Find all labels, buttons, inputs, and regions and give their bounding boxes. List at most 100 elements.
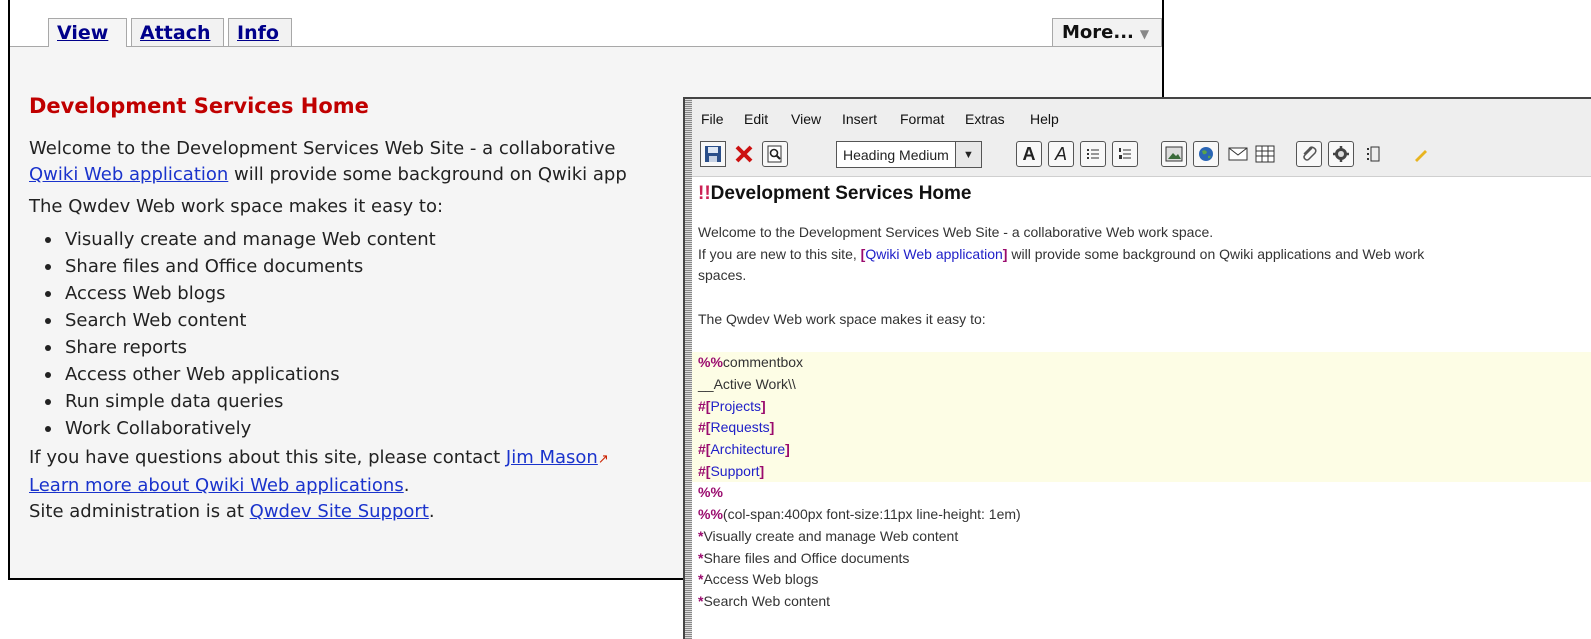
welcome-paragraph: Welcome to the Development Services Web … — [29, 136, 627, 188]
menu-edit[interactable]: Edit — [744, 111, 768, 127]
line-text: Access Web blogs — [703, 571, 819, 588]
tab-info[interactable]: Info — [228, 18, 292, 46]
tab-view[interactable]: View — [48, 18, 127, 47]
tab-bar: View Attach Info More... ▼ — [10, 0, 1162, 47]
globe-icon[interactable] — [1193, 141, 1219, 167]
bullet-list-icon[interactable] — [1080, 141, 1106, 167]
line-text: (col-span:400px font-size:11px line-heig… — [722, 506, 1021, 523]
page-title: Development Services Home — [29, 94, 369, 118]
line-link: Qwiki Web application — [865, 245, 1003, 262]
editor-line: The Qwdev Web work space makes it easy t… — [698, 310, 986, 327]
menu-extras[interactable]: Extras — [965, 111, 1005, 127]
editor-line: *Share files and Office documents — [698, 548, 1591, 570]
save-icon[interactable] — [700, 141, 726, 167]
numbered-list-icon[interactable] — [1112, 141, 1138, 167]
contact-text: If you have questions about this site, p… — [29, 447, 501, 468]
contact-link[interactable]: Jim Mason — [506, 447, 598, 468]
list-item: Access other Web applications — [45, 361, 627, 388]
editor-line: %%(col-span:400px font-size:11px line-he… — [698, 504, 1591, 526]
feature-list: Visually create and manage Web content S… — [29, 226, 627, 442]
menu-help[interactable]: Help — [1030, 111, 1059, 127]
list-item: Run simple data queries — [45, 388, 627, 415]
line-link: Architecture — [710, 441, 786, 457]
learn-more-link[interactable]: Learn more about Qwiki Web applications — [29, 475, 404, 496]
line-text: Search Web content — [703, 592, 831, 609]
list-item: Work Collaboratively — [45, 415, 627, 442]
close-icon[interactable] — [731, 141, 757, 167]
tab-attach[interactable]: Attach — [131, 18, 224, 46]
page-content: Development Services Home Welcome to the… — [29, 92, 627, 525]
link-markup: ] — [1002, 245, 1008, 262]
editor-line: *Visually create and manage Web content — [698, 526, 1591, 548]
attachment-icon[interactable] — [1296, 141, 1322, 167]
welcome-tail: will provide some background on Qwiki ap… — [234, 164, 627, 185]
menu-bar: File Edit View Insert Format Extras Help — [692, 99, 1591, 132]
commentbox-block: %%commentbox __Active Work\\ #[Projects]… — [692, 352, 1591, 483]
markup: # — [698, 441, 706, 457]
intro-text: The Qwdev Web work space makes it easy t… — [29, 196, 444, 217]
list-item: Share reports — [45, 334, 627, 361]
more-label: More... — [1062, 22, 1134, 43]
line-text: will provide some background on Qwiki ap… — [1011, 245, 1425, 262]
menu-file[interactable]: File — [701, 111, 724, 127]
admin-line: Site administration is at Qwdev Site Sup… — [29, 501, 435, 522]
line-link: Support — [710, 462, 760, 479]
table-icon[interactable] — [1252, 141, 1278, 167]
image-icon[interactable] — [1161, 141, 1187, 167]
editor-line: Welcome to the Development Services Web … — [698, 224, 1214, 240]
markup: %% — [698, 506, 723, 523]
editor-line: __Active Work\\ — [698, 375, 796, 392]
style-select[interactable]: Heading Medium ▼ — [836, 141, 982, 168]
line-text: Share files and Office documents — [703, 549, 910, 566]
markup: %% — [698, 354, 723, 371]
editor-line: %% — [698, 484, 723, 501]
editor-line: *Access Web blogs — [698, 569, 1591, 591]
list-item: Share files and Office documents — [45, 253, 627, 280]
site-support-link[interactable]: Qwdev Site Support — [250, 501, 429, 522]
chevron-down-icon[interactable]: ▼ — [955, 142, 981, 167]
qwiki-app-link[interactable]: Qwiki Web application — [29, 164, 228, 185]
editor-line: #[Requests] — [698, 419, 775, 436]
menu-view[interactable]: View — [791, 111, 821, 127]
more-menu-button[interactable]: More... ▼ — [1052, 18, 1162, 46]
list-item: Visually create and manage Web content — [45, 226, 627, 253]
menu-insert[interactable]: Insert — [842, 111, 877, 127]
line-text: commentbox — [722, 354, 804, 371]
italic-icon[interactable]: A — [1048, 141, 1074, 167]
editor-line: #[Architecture] — [698, 441, 790, 457]
properties-icon[interactable] — [1360, 141, 1386, 167]
editor-line: If you are new to this site, [Qwiki Web … — [698, 244, 1591, 266]
list-item: Access Web blogs — [45, 280, 627, 307]
window-border — [685, 99, 692, 639]
style-select-value: Heading Medium — [843, 147, 949, 163]
line-link: Requests — [710, 419, 770, 436]
editor-line: #[Projects] — [698, 397, 766, 414]
line-link: Projects — [710, 397, 762, 414]
pencil-icon[interactable] — [1408, 141, 1434, 167]
heading-text: Development Services Home — [710, 183, 972, 204]
toolbar: Heading Medium ▼ A A — [692, 132, 1591, 177]
bold-icon[interactable]: A — [1016, 141, 1042, 167]
line-text: Visually create and manage Web content — [703, 527, 959, 544]
markup: # — [698, 419, 706, 436]
plugin-gear-icon[interactable] — [1328, 141, 1354, 167]
wiki-editor-window: File Edit View Insert Format Extras Help… — [683, 97, 1591, 639]
chevron-down-icon: ▼ — [1139, 27, 1150, 41]
markup: # — [698, 397, 706, 414]
preview-icon[interactable] — [762, 141, 788, 167]
editor-text-area[interactable]: !!Development Services Home Welcome to t… — [692, 177, 1591, 639]
contact-line: If you have questions about this site, p… — [29, 445, 627, 473]
heading-markup: !! — [698, 183, 711, 204]
learn-line: Learn more about Qwiki Web applications. — [29, 475, 410, 496]
menu-format[interactable]: Format — [900, 111, 944, 127]
list-item: Search Web content — [45, 307, 627, 334]
email-icon[interactable] — [1225, 141, 1251, 167]
editor-line: #[Support] — [698, 462, 765, 479]
admin-text: Site administration is at — [29, 501, 244, 522]
welcome-text: Welcome to the Development Services Web … — [29, 138, 616, 159]
external-link-icon: ↗ — [597, 452, 609, 467]
markup: # — [698, 462, 706, 479]
line-text: If you are new to this site, — [698, 245, 857, 262]
